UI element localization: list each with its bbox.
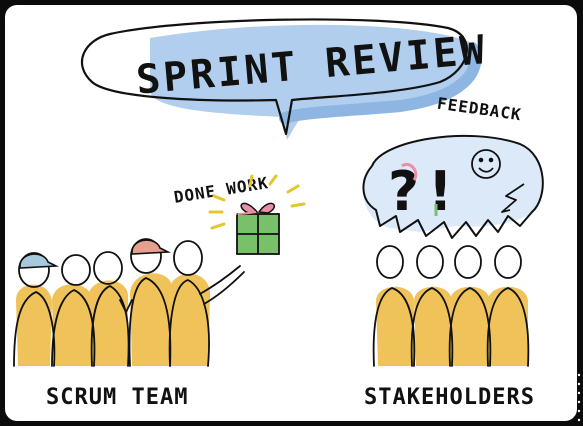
exclamation-mark: !	[428, 160, 453, 223]
team-label: SCRUM TEAM	[46, 385, 188, 410]
stakeholders-label: STAKEHOLDERS	[364, 385, 535, 410]
sprint-review-diagram: SPRINT REVIEW DONE WORK SCRUM TEAM FEEDB…	[0, 0, 583, 426]
thought-cloud-icon: ? !	[362, 134, 544, 239]
